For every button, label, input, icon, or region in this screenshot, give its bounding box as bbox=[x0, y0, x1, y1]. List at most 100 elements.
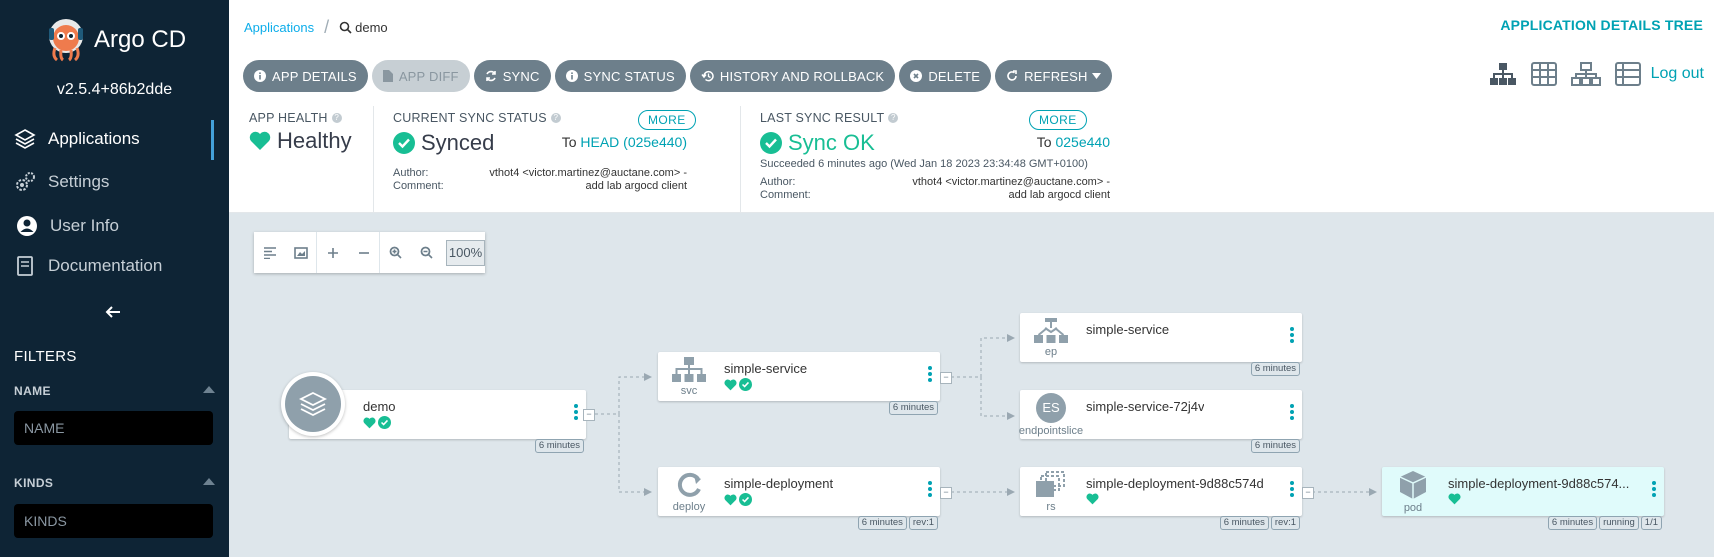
breadcrumb-applications[interactable]: Applications bbox=[244, 20, 314, 35]
sync-icon bbox=[485, 70, 497, 82]
info-icon bbox=[254, 70, 266, 82]
logout-link[interactable]: Log out bbox=[1651, 65, 1704, 83]
check-circle-icon bbox=[760, 132, 782, 154]
sync-revision-link[interactable]: HEAD (025e440) bbox=[580, 134, 687, 150]
comment-label: Comment: bbox=[760, 189, 811, 201]
collapse-toggle[interactable]: − bbox=[1302, 487, 1314, 499]
delete-button[interactable]: DELETE bbox=[899, 60, 992, 92]
sync-comment: add lab argocd client bbox=[585, 180, 687, 192]
times-circle-icon bbox=[910, 70, 923, 82]
author-label: Author: bbox=[760, 176, 796, 188]
sidebar-item-label: Documentation bbox=[48, 256, 163, 275]
node-kind: deploy bbox=[672, 500, 706, 513]
node-tags: 6 minutes bbox=[1249, 362, 1300, 376]
node-icon: ES endpointslice bbox=[1019, 390, 1083, 439]
app-diff-button[interactable]: APP DIFF bbox=[371, 60, 470, 92]
pods-view-icon[interactable] bbox=[1530, 62, 1557, 86]
sidebar-item-user-info[interactable]: User Info bbox=[14, 215, 119, 237]
history-icon bbox=[701, 70, 714, 82]
filters-title: FILTERS bbox=[14, 348, 77, 365]
resource-node-svc[interactable]: svc simple-service 6 minutes bbox=[658, 352, 940, 415]
button-label: APP DETAILS bbox=[272, 68, 357, 84]
last-sync-status: Sync OK bbox=[760, 130, 875, 156]
history-rollback-button[interactable]: HISTORY AND ROLLBACK bbox=[689, 60, 896, 92]
divider bbox=[740, 106, 741, 212]
comment-label: Comment: bbox=[393, 180, 444, 192]
service-icon bbox=[672, 356, 706, 382]
sync-status-label: CURRENT SYNC STATUS? bbox=[393, 111, 561, 125]
node-name: simple-deployment-9d88c574d bbox=[1086, 476, 1264, 491]
arrow-left-icon bbox=[105, 306, 120, 318]
argo-logo[interactable]: Argo CD bbox=[46, 16, 186, 64]
collapse-toggle[interactable]: − bbox=[940, 487, 952, 499]
brand-name: Argo CD bbox=[94, 26, 187, 53]
kebab-menu-icon[interactable] bbox=[574, 404, 578, 422]
resource-node-pod[interactable]: pod simple-deployment-9d88c574... 6 minu… bbox=[1382, 467, 1664, 530]
book-icon bbox=[14, 255, 36, 277]
last-sync-more-button[interactable]: MORE bbox=[1029, 110, 1087, 130]
current-sync-section: CURRENT SYNC STATUS? MORE Synced To HEAD… bbox=[393, 104, 707, 212]
network-view-icon[interactable] bbox=[1570, 62, 1601, 86]
breadcrumb-separator: / bbox=[324, 17, 330, 37]
list-view-icon[interactable] bbox=[1614, 62, 1641, 86]
collapse-sidebar-button[interactable] bbox=[104, 305, 122, 324]
top-bar: Applications / demo APPLICATION DETAILS … bbox=[229, 0, 1714, 105]
last-sync-revision-link[interactable]: 025e440 bbox=[1055, 134, 1110, 150]
sidebar-item-applications[interactable]: Applications bbox=[14, 128, 140, 150]
file-icon bbox=[382, 70, 393, 82]
check-circle-icon bbox=[378, 416, 391, 429]
sync-button[interactable]: SYNC bbox=[473, 60, 551, 92]
last-sync-value: Sync OK bbox=[788, 130, 875, 155]
node-status bbox=[1086, 493, 1099, 505]
kebab-menu-icon[interactable] bbox=[928, 481, 932, 499]
sync-status-button[interactable]: SYNC STATUS bbox=[554, 60, 686, 92]
collapse-kinds-filter-icon[interactable] bbox=[203, 478, 215, 485]
last-sync-label: LAST SYNC RESULT? bbox=[760, 111, 899, 125]
caret-down-icon bbox=[1091, 73, 1101, 79]
redo-icon bbox=[1006, 70, 1018, 82]
app-node-demo[interactable]: demo 6 minutes bbox=[281, 372, 586, 453]
node-status bbox=[724, 493, 752, 506]
name-filter-input[interactable] bbox=[14, 411, 213, 445]
kebab-menu-icon[interactable] bbox=[928, 366, 932, 384]
info-icon bbox=[565, 70, 578, 82]
heart-icon bbox=[1086, 493, 1099, 505]
node-icon: svc bbox=[658, 352, 720, 401]
kinds-filter-input[interactable] bbox=[14, 504, 213, 538]
app-details-button[interactable]: APP DETAILS bbox=[243, 60, 368, 92]
sidebar-item-documentation[interactable]: Documentation bbox=[14, 255, 162, 277]
node-status bbox=[724, 378, 752, 391]
resource-node-ep[interactable]: ep simple-service 6 minutes bbox=[1020, 313, 1302, 376]
kebab-menu-icon[interactable] bbox=[1652, 481, 1656, 499]
collapse-name-filter-icon[interactable] bbox=[203, 386, 215, 393]
deployment-icon bbox=[677, 472, 701, 497]
kebab-menu-icon[interactable] bbox=[1290, 404, 1294, 422]
node-icon: deploy bbox=[658, 467, 720, 516]
collapse-toggle[interactable]: − bbox=[940, 372, 952, 384]
check-circle-icon bbox=[393, 132, 415, 154]
refresh-button[interactable]: REFRESH bbox=[995, 60, 1112, 92]
button-label: APP DIFF bbox=[398, 68, 459, 84]
heart-icon bbox=[363, 417, 376, 428]
app-icon-wrap bbox=[281, 372, 345, 436]
filter-label-kinds: KINDS bbox=[14, 476, 54, 490]
sync-more-button[interactable]: MORE bbox=[638, 110, 696, 130]
sync-target: To HEAD (025e440) bbox=[561, 134, 687, 150]
node-name: demo bbox=[363, 399, 396, 414]
check-circle-icon bbox=[739, 493, 752, 506]
kebab-menu-icon[interactable] bbox=[1290, 481, 1294, 499]
resource-node-endpointslice[interactable]: ES endpointslice simple-service-72j4v 6 … bbox=[1019, 390, 1302, 453]
node-kind: rs bbox=[1046, 500, 1056, 513]
kebab-menu-icon[interactable] bbox=[1290, 327, 1294, 345]
divider bbox=[373, 106, 374, 212]
collapse-toggle[interactable]: − bbox=[583, 409, 595, 421]
revision-tag: rev:1 bbox=[1270, 516, 1300, 530]
tree-view-icon[interactable] bbox=[1489, 62, 1517, 86]
view-switcher: Log out bbox=[1475, 62, 1704, 86]
resource-node-deploy[interactable]: deploy simple-deployment 6 minutes rev:1 bbox=[658, 467, 940, 530]
node-icon: rs bbox=[1020, 467, 1082, 516]
resource-node-rs[interactable]: rs simple-deployment-9d88c574d 6 minutes… bbox=[1020, 467, 1302, 530]
last-sync-comment: add lab argocd client bbox=[1008, 189, 1110, 201]
breadcrumb: Applications / demo bbox=[244, 17, 388, 38]
sidebar-item-settings[interactable]: Settings bbox=[14, 171, 109, 193]
